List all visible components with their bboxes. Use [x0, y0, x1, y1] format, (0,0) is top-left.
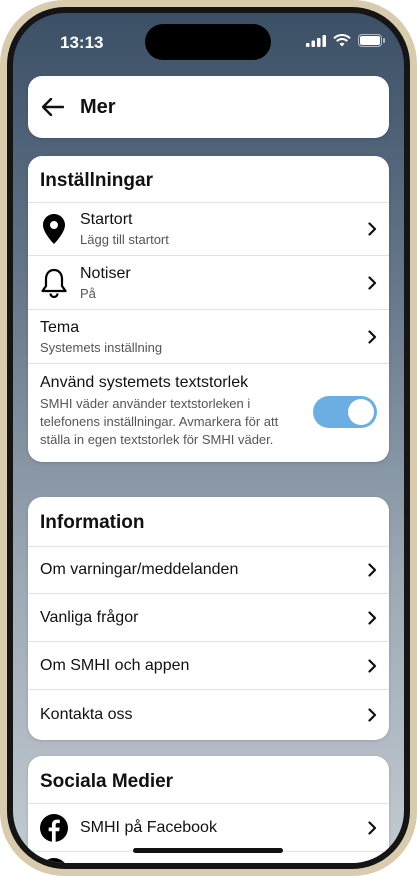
social-item-facebook[interactable]: SMHI på Facebook: [28, 804, 389, 852]
info-item-label: Kontakta oss: [40, 706, 133, 723]
textsize-toggle[interactable]: [313, 395, 377, 428]
tema-sub: Systemets inställning: [40, 339, 163, 355]
info-item-fragor[interactable]: Vanliga frågor: [28, 594, 389, 642]
textsize-label: Använd systemets textstorlek: [40, 374, 249, 391]
info-item-label: Om SMHI och appen: [40, 656, 190, 674]
header-card: Mer: [28, 76, 389, 138]
chevron-right-icon: [363, 820, 377, 835]
signal-icon: [306, 34, 326, 47]
screen: 13:13 Mer Inställningar Startort Lägg ti…: [13, 13, 404, 863]
textsize-desc: SMHI väder använder textstorleken i tele…: [40, 396, 279, 448]
notiser-sub: På: [80, 285, 96, 301]
social-title: Sociala Medier: [28, 756, 389, 804]
social-item-label: SMHI på Facebook: [80, 818, 217, 836]
page-title: Mer: [80, 95, 116, 118]
status-icons: [306, 34, 386, 47]
home-indicator[interactable]: [133, 848, 283, 853]
chevron-right-icon: [363, 563, 377, 577]
info-item-om-smhi[interactable]: Om SMHI och appen: [28, 642, 389, 690]
chevron-right-icon: [363, 708, 377, 722]
chevron-right-icon: [363, 275, 377, 290]
startort-sub: Lägg till startort: [80, 232, 169, 247]
settings-title: Inställningar: [28, 156, 389, 203]
chevron-right-icon: [363, 329, 377, 344]
status-bar: 13:13: [13, 13, 404, 73]
dynamic-island: [145, 24, 271, 60]
settings-card: Inställningar Startort Lägg till startor…: [28, 156, 389, 462]
arrow-left-icon: [42, 98, 64, 116]
phone-frame: 13:13 Mer Inställningar Startort Lägg ti…: [0, 0, 417, 876]
battery-icon: [358, 34, 385, 47]
social-icon-partial: [40, 857, 68, 863]
phone-bezel: 13:13 Mer Inställningar Startort Lägg ti…: [7, 7, 410, 869]
notiser-label: Notiser: [80, 264, 131, 282]
startort-row[interactable]: Startort Lägg till startort: [28, 203, 389, 256]
textsize-row: Använd systemets textstorlek SMHI väder …: [28, 364, 389, 462]
facebook-icon: [40, 813, 68, 843]
social-item-next[interactable]: [28, 852, 389, 863]
chevron-right-icon: [363, 610, 377, 625]
notiser-row[interactable]: Notiser På: [28, 256, 389, 310]
status-time: 13:13: [60, 33, 104, 52]
bell-icon: [40, 268, 68, 298]
info-item-label: Om varningar/meddelanden: [40, 561, 239, 578]
back-button[interactable]: [40, 94, 66, 120]
wifi-icon: [333, 34, 351, 47]
info-title: Information: [28, 497, 389, 547]
toggle-knob: [348, 398, 374, 425]
info-card: Information Om varningar/meddelanden Van…: [28, 497, 389, 740]
info-item-label: Vanliga frågor: [40, 608, 139, 626]
social-card: Sociala Medier SMHI på Facebook: [28, 756, 389, 863]
location-pin-icon: [40, 214, 68, 244]
tema-row[interactable]: Tema Systemets inställning: [28, 310, 389, 364]
info-item-kontakta[interactable]: Kontakta oss: [28, 690, 389, 740]
tema-label: Tema: [40, 318, 80, 336]
chevron-right-icon: [363, 658, 377, 673]
info-item-varningar[interactable]: Om varningar/meddelanden: [28, 547, 389, 594]
chevron-right-icon: [363, 222, 377, 236]
startort-label: Startort: [80, 211, 133, 228]
